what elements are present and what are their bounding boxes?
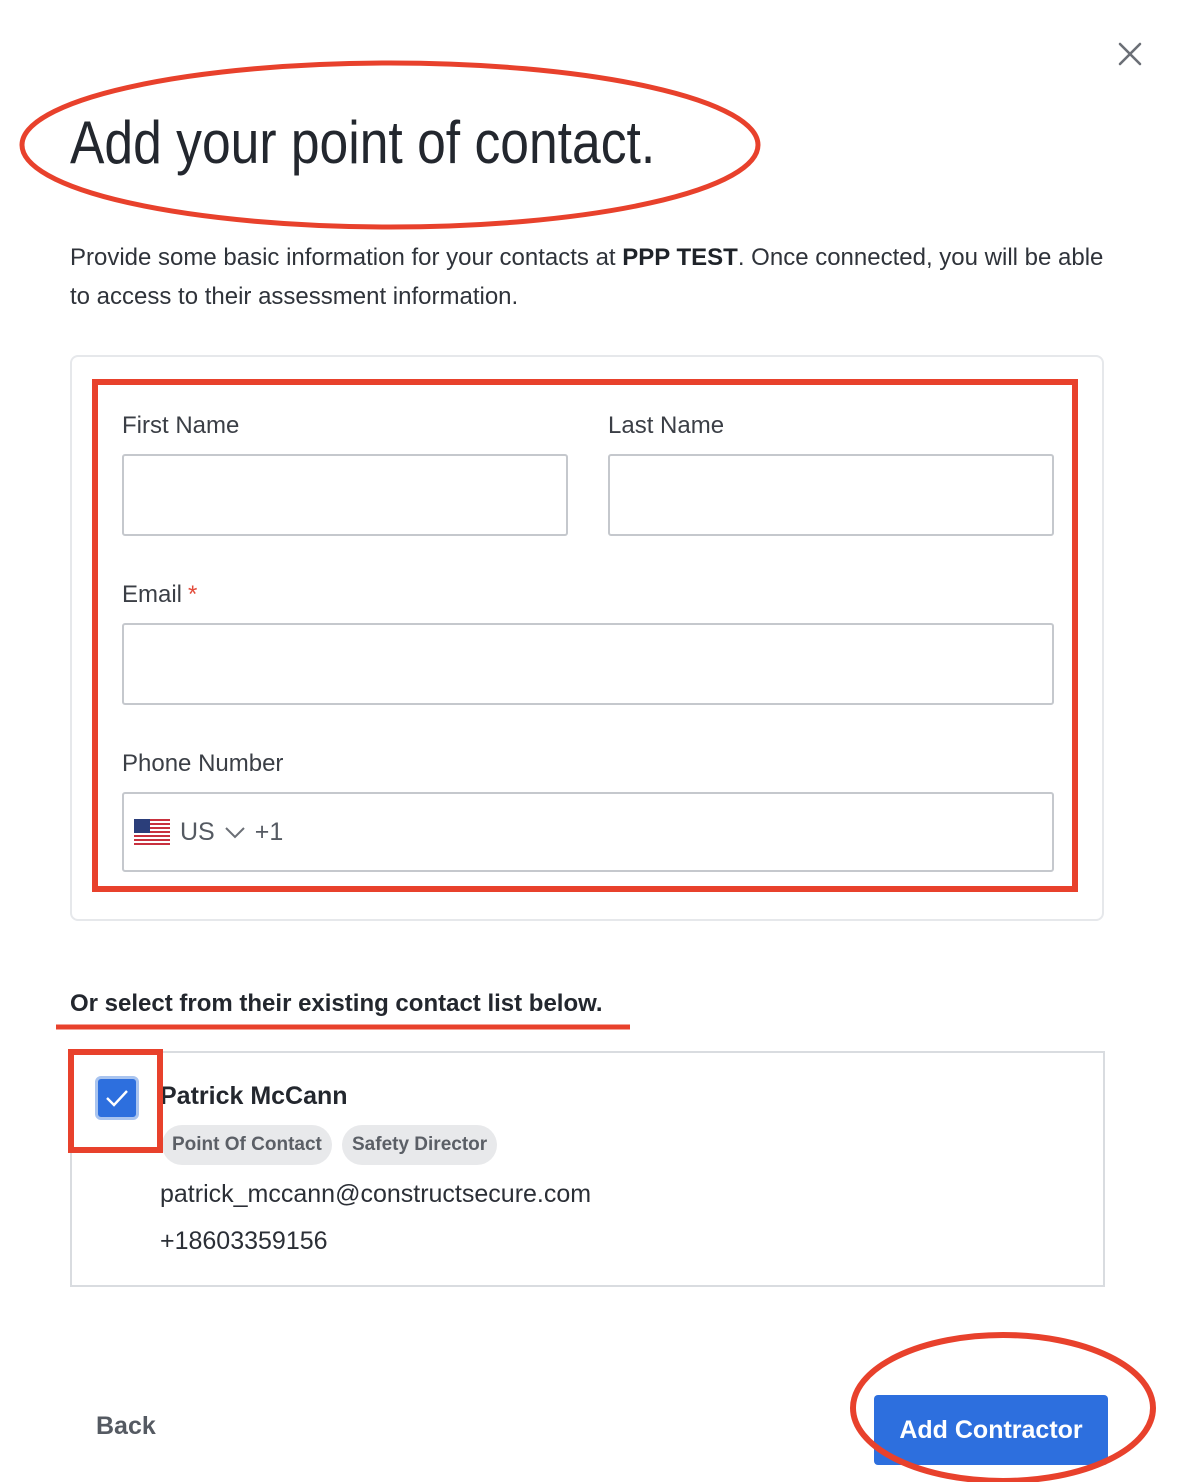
- required-marker: *: [188, 581, 198, 608]
- checkmark-icon: [106, 1090, 128, 1107]
- contact-phone: +18603359156: [160, 1227, 328, 1255]
- role-badge: Safety Director: [342, 1125, 498, 1165]
- company-name: PPP TEST: [622, 244, 738, 271]
- us-flag-icon: [134, 819, 170, 845]
- close-button[interactable]: [1112, 36, 1148, 72]
- phone-input[interactable]: US +1: [122, 792, 1054, 872]
- add-contractor-button[interactable]: Add Contractor: [874, 1395, 1108, 1465]
- contact-email: patrick_mccann@constructsecure.com: [160, 1180, 592, 1208]
- last-name-label: Last Name: [608, 412, 725, 439]
- back-button[interactable]: Back: [96, 1412, 156, 1441]
- phone-label: Phone Number: [122, 750, 284, 777]
- email-label-text: Email: [122, 581, 183, 608]
- chevron-down-icon: [225, 827, 245, 839]
- first-name-label: First Name: [122, 412, 240, 439]
- intro-before: Provide some basic information for your …: [70, 244, 623, 271]
- existing-contacts-heading: Or select from their existing contact li…: [70, 990, 603, 1017]
- role-badge: Point Of Contact: [162, 1125, 332, 1165]
- email-label: Email *: [122, 581, 197, 609]
- intro-text: Provide some basic information for your …: [70, 238, 1110, 316]
- contact-name: Patrick McCann: [160, 1082, 348, 1110]
- first-name-input[interactable]: [122, 454, 568, 536]
- close-icon: [1118, 42, 1142, 66]
- page-title: Add your point of contact.: [70, 109, 656, 176]
- last-name-input[interactable]: [608, 454, 1054, 536]
- dial-code: +1: [254, 817, 284, 846]
- country-code: US: [180, 817, 215, 846]
- contact-checkbox[interactable]: [95, 1076, 139, 1120]
- email-input[interactable]: [122, 623, 1054, 705]
- country-selector[interactable]: US: [134, 818, 255, 847]
